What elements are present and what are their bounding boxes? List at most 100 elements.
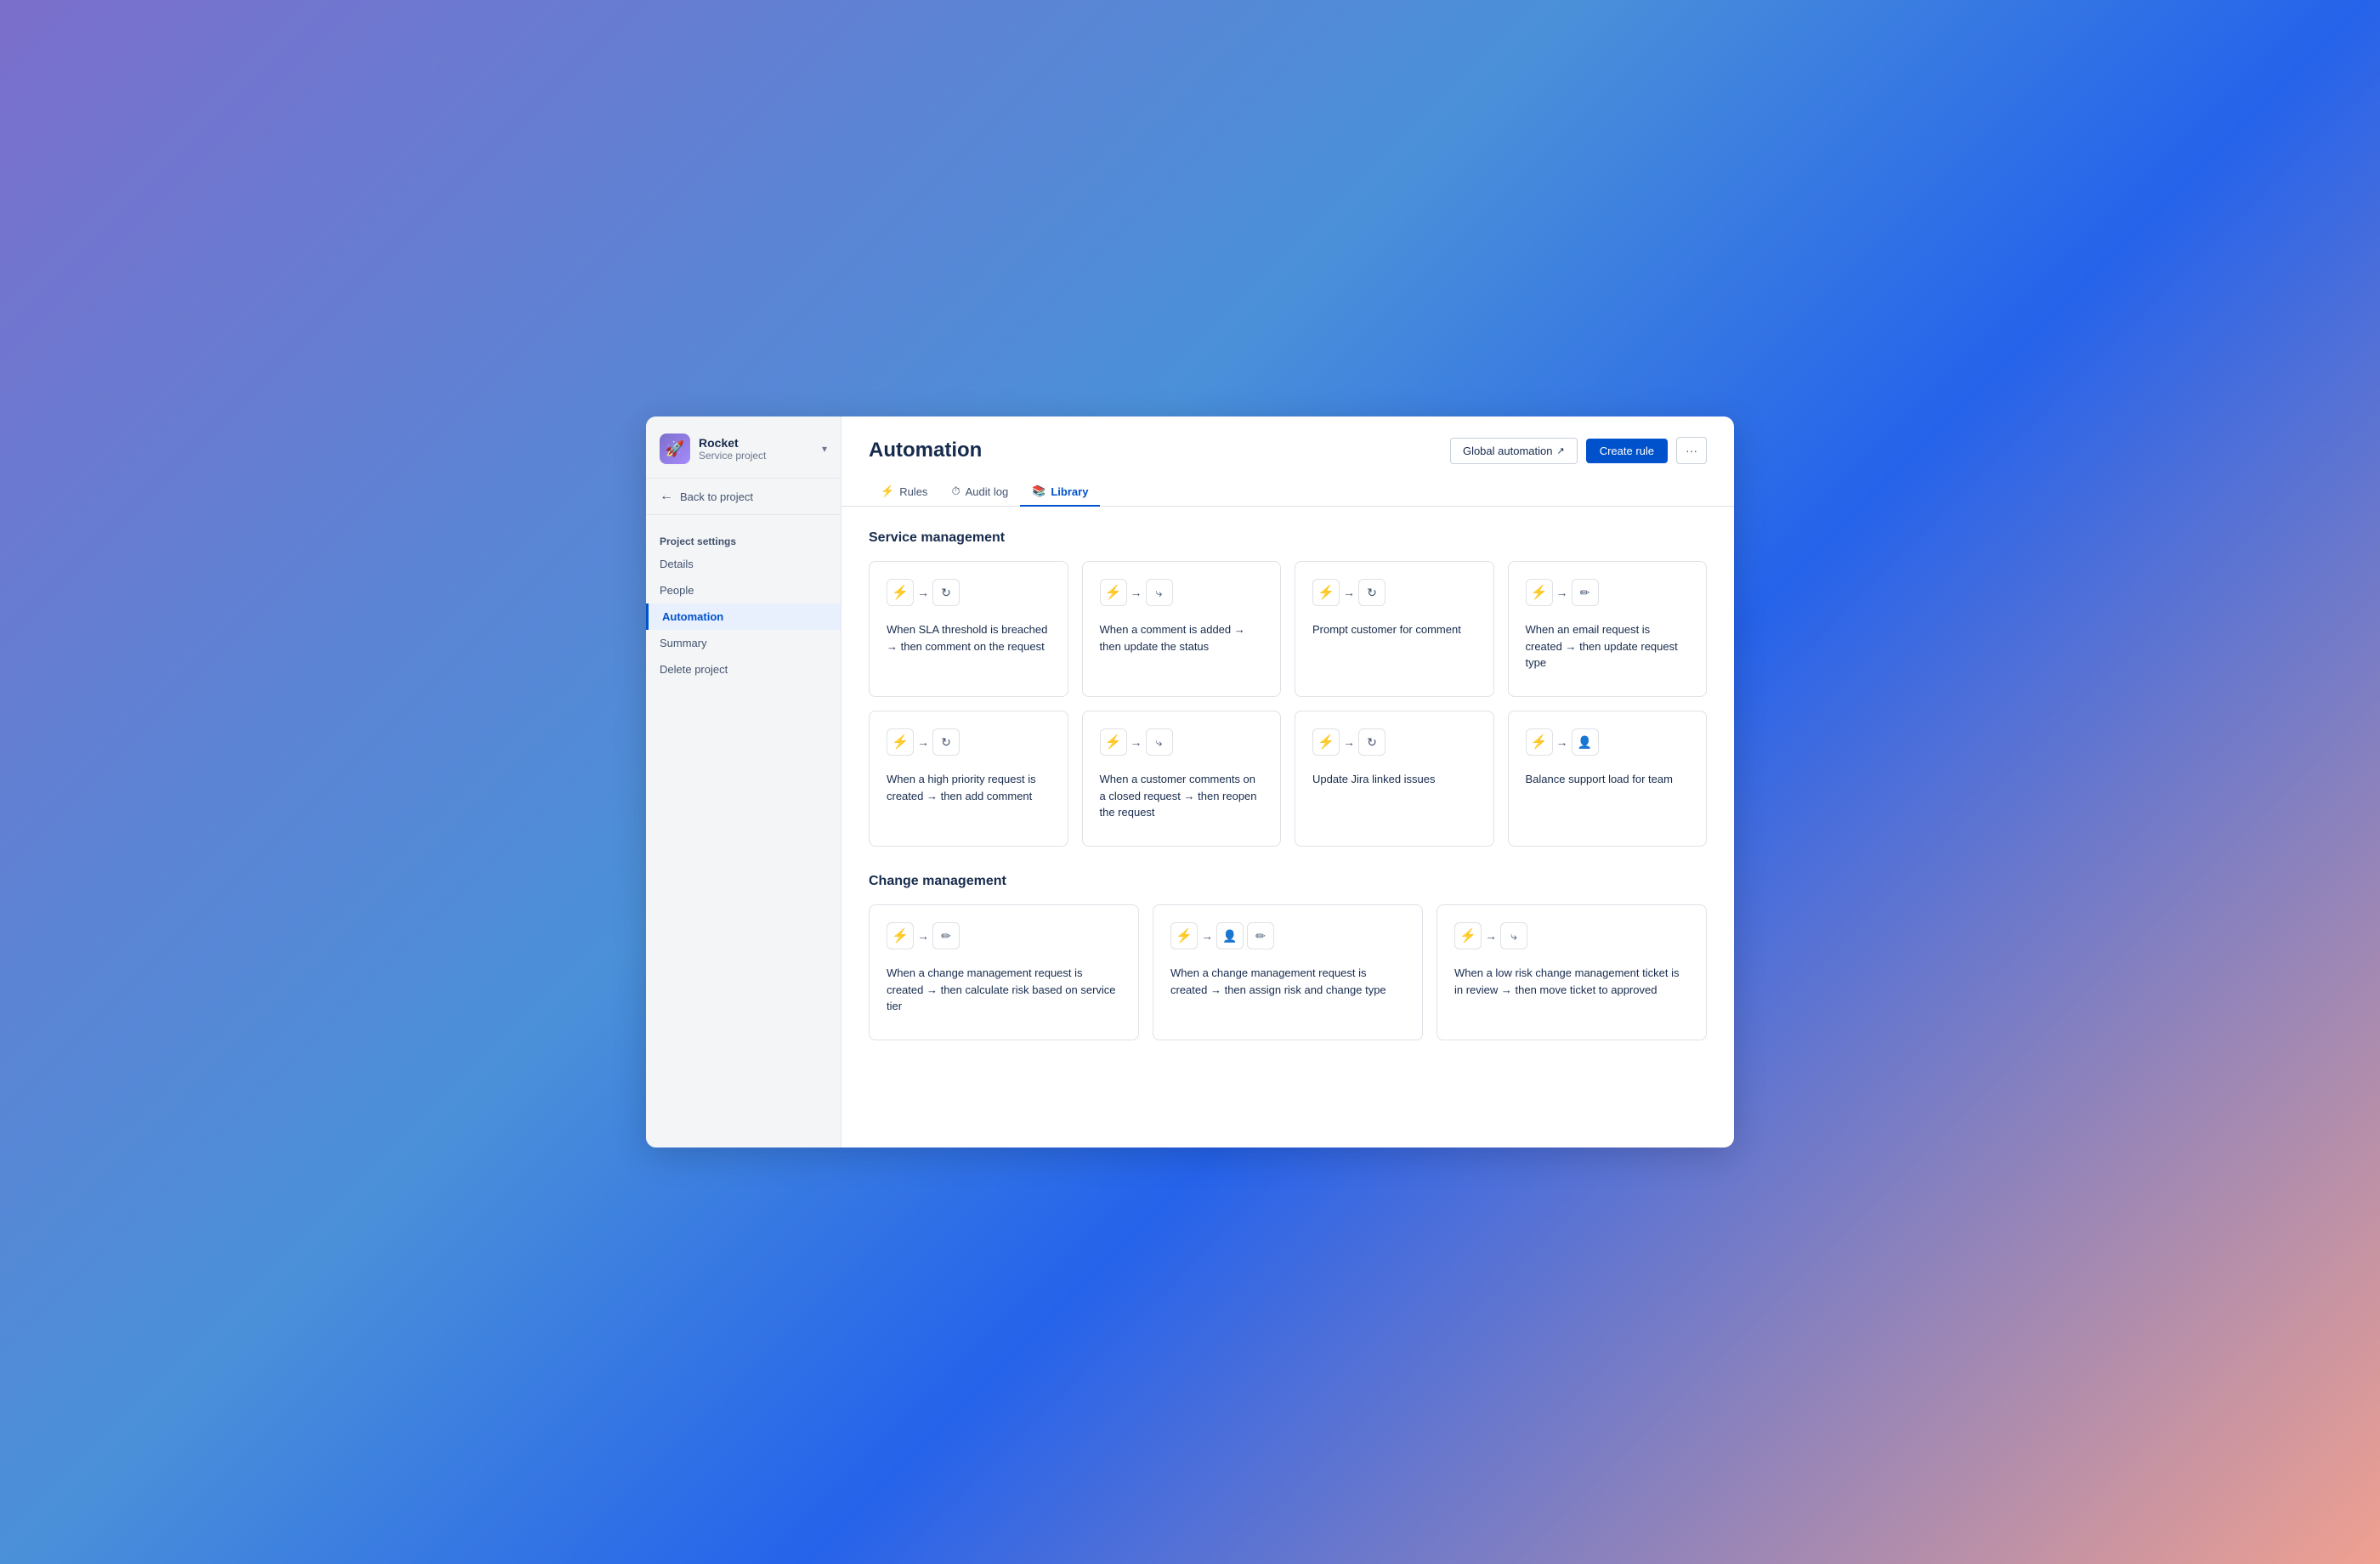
bolt-icon: ⚡ — [1318, 584, 1334, 601]
service-management-title: Service management — [869, 530, 1707, 546]
arrow-icon: → — [1130, 735, 1142, 749]
back-label: Back to project — [680, 490, 753, 503]
trigger-icon-box: ⚡ — [1312, 579, 1340, 606]
bolt-icon: ⚡ — [892, 584, 909, 601]
back-to-project-button[interactable]: ← Back to project — [646, 479, 841, 515]
sidebar-item-people[interactable]: People — [646, 577, 841, 604]
project-avatar: 🚀 — [660, 434, 690, 464]
card-text: Prompt customer for comment — [1312, 621, 1476, 638]
pencil-icon: ✏ — [941, 929, 951, 944]
tab-rules[interactable]: ⚡ Rules — [869, 478, 939, 507]
action-icon-box: ✏ — [932, 922, 960, 949]
action-icon-box: ⤷ — [1146, 728, 1173, 756]
trigger-icon-box: ⚡ — [1100, 579, 1127, 606]
refresh-icon: ↻ — [941, 586, 951, 600]
card-high-priority[interactable]: ⚡ → ↻ When a high priority request is cr… — [869, 711, 1068, 847]
sidebar-item-automation[interactable]: Automation — [646, 604, 841, 630]
person-icon: 👤 — [1222, 929, 1237, 944]
branch-icon: ⤷ — [1510, 929, 1517, 944]
card-icons: ⚡ → 👤 — [1526, 728, 1690, 756]
card-icons: ⚡ → ⤷ — [1100, 728, 1264, 756]
card-text: When a change management request is crea… — [1170, 965, 1405, 998]
service-management-grid: ⚡ → ↻ When SLA threshold is breached → t… — [869, 561, 1707, 847]
action-icon-box-2: ✏ — [1247, 922, 1274, 949]
card-text: When a high priority request is created … — [887, 771, 1051, 804]
branch-icon: ⤷ — [1156, 586, 1163, 600]
trigger-icon-box: ⚡ — [887, 728, 914, 756]
library-icon: 📚 — [1032, 484, 1046, 498]
card-low-risk-review[interactable]: ⚡ → ⤷ When a low risk change management … — [1436, 904, 1707, 1040]
card-icons: ⚡ → ↻ — [1312, 579, 1476, 606]
bolt-icon: ⚡ — [1459, 927, 1476, 944]
card-email-request[interactable]: ⚡ → ✏ When an email request is created →… — [1508, 561, 1708, 697]
action-icon-box: ↻ — [932, 728, 960, 756]
bolt-icon: ⚡ — [1318, 734, 1334, 751]
arrow-icon: → — [1130, 586, 1142, 599]
person-icon: 👤 — [1578, 735, 1592, 750]
card-text: When SLA threshold is breached → then co… — [887, 621, 1051, 654]
card-icons: ⚡ → ↻ — [887, 728, 1051, 756]
sidebar-nav: Project settings Details People Automati… — [646, 515, 841, 696]
trigger-icon-box: ⚡ — [1312, 728, 1340, 756]
card-update-jira[interactable]: ⚡ → ↻ Update Jira linked issues — [1295, 711, 1494, 847]
action-icon-box: ⤷ — [1146, 579, 1173, 606]
card-text: Balance support load for team — [1526, 771, 1690, 788]
service-management-section: Service management ⚡ → ↻ When SLA t — [869, 530, 1707, 847]
card-icons: ⚡ → ↻ — [887, 579, 1051, 606]
card-icons: ⚡ → 👤 ✏ — [1170, 922, 1405, 949]
tab-audit-log[interactable]: ⏱ Audit log — [939, 478, 1020, 507]
card-sla-threshold[interactable]: ⚡ → ↻ When SLA threshold is breached → t… — [869, 561, 1068, 697]
project-type: Service project — [699, 450, 813, 462]
bolt-icon: ⚡ — [1176, 927, 1193, 944]
more-options-button[interactable]: ··· — [1676, 437, 1707, 464]
arrow-icon: → — [917, 929, 929, 943]
branch-icon: ⤷ — [1156, 735, 1163, 750]
arrow-icon: → — [1343, 586, 1355, 599]
arrow-icon: → — [1556, 735, 1568, 749]
card-change-risk-service[interactable]: ⚡ → ✏ When a change management request i… — [869, 904, 1139, 1040]
card-icons: ⚡ → ⤷ — [1454, 922, 1689, 949]
sidebar-item-details[interactable]: Details — [646, 551, 841, 577]
trigger-icon-box: ⚡ — [887, 579, 914, 606]
card-comment-added-status[interactable]: ⚡ → ⤷ When a comment is added → then upd… — [1082, 561, 1282, 697]
trigger-icon-box: ⚡ — [1526, 579, 1553, 606]
action-icon-box: ↻ — [932, 579, 960, 606]
bolt-icon: ⚡ — [1105, 734, 1122, 751]
card-text: Update Jira linked issues — [1312, 771, 1476, 788]
create-rule-button[interactable]: Create rule — [1586, 439, 1668, 463]
arrow-icon: → — [917, 735, 929, 749]
page-title: Automation — [869, 439, 982, 462]
action-icon-box: ⤷ — [1500, 922, 1527, 949]
card-change-assign-risk[interactable]: ⚡ → 👤 ✏ When a change management request… — [1153, 904, 1423, 1040]
tabs-bar: ⚡ Rules ⏱ Audit log 📚 Library — [842, 464, 1734, 507]
action-icon-box: ✏ — [1572, 579, 1599, 606]
pencil-icon: ✏ — [1255, 929, 1266, 944]
tab-library[interactable]: 📚 Library — [1020, 478, 1100, 507]
content-area: Service management ⚡ → ↻ When SLA t — [842, 507, 1734, 1091]
card-text: When a customer comments on a closed req… — [1100, 771, 1264, 821]
card-balance-support[interactable]: ⚡ → 👤 Balance support load for team — [1508, 711, 1708, 847]
arrow-icon: → — [1556, 586, 1568, 599]
change-management-grid: ⚡ → ✏ When a change management request i… — [869, 904, 1707, 1040]
card-icons: ⚡ → ⤷ — [1100, 579, 1264, 606]
action-icon-box-1: 👤 — [1216, 922, 1244, 949]
sidebar-item-delete[interactable]: Delete project — [646, 656, 841, 683]
card-prompt-customer[interactable]: ⚡ → ↻ Prompt customer for comment — [1295, 561, 1494, 697]
card-customer-closed[interactable]: ⚡ → ⤷ When a customer comments on a clos… — [1082, 711, 1282, 847]
sidebar-item-summary[interactable]: Summary — [646, 630, 841, 656]
refresh-icon: ↻ — [1367, 586, 1377, 600]
card-text: When an email request is created → then … — [1526, 621, 1690, 672]
project-name: Rocket — [699, 436, 813, 450]
refresh-icon: ↻ — [941, 735, 951, 750]
bolt-icon: ⚡ — [892, 734, 909, 751]
arrow-icon: → — [917, 586, 929, 599]
card-text: When a change management request is crea… — [887, 965, 1121, 1015]
global-automation-button[interactable]: Global automation ↗ — [1450, 438, 1578, 464]
bolt-icon: ⚡ — [892, 927, 909, 944]
bolt-icon: ⚡ — [1531, 734, 1548, 751]
chevron-down-icon[interactable]: ▾ — [822, 443, 827, 455]
pencil-icon: ✏ — [1580, 586, 1590, 600]
trigger-icon-box: ⚡ — [1526, 728, 1553, 756]
project-info: Rocket Service project — [699, 436, 813, 462]
trigger-icon-box: ⚡ — [1454, 922, 1482, 949]
